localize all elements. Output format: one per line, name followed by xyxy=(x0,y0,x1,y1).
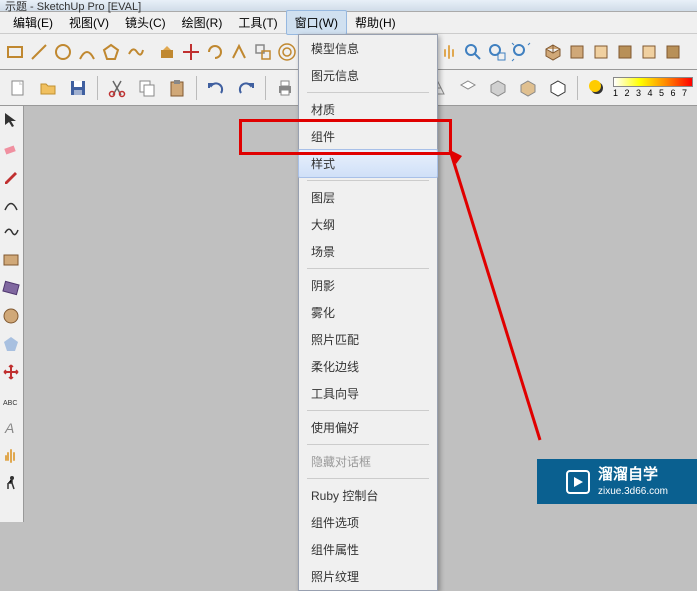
select-tool[interactable] xyxy=(2,111,22,131)
dropdown-styles[interactable]: 样式 xyxy=(298,149,438,178)
line-tool[interactable] xyxy=(28,38,50,66)
eraser-tool[interactable] xyxy=(2,139,22,159)
back-view[interactable] xyxy=(638,38,660,66)
left-toolbar: ABC A xyxy=(0,106,24,522)
dropdown-outliner[interactable]: 大纲 xyxy=(299,211,437,238)
window-dropdown: 模型信息 图元信息 材质 组件 样式 图层 大纲 场景 阴影 雾化 照片匹配 柔… xyxy=(298,34,438,591)
front-view[interactable] xyxy=(590,38,612,66)
circle-tool[interactable] xyxy=(2,307,22,327)
separator xyxy=(307,478,429,479)
dropdown-photo-textures[interactable]: 照片纹理 xyxy=(299,563,437,590)
new-file-icon[interactable] xyxy=(4,74,32,102)
redo-icon[interactable] xyxy=(232,74,260,102)
divider xyxy=(97,76,98,100)
watermark-title: 溜溜自学 xyxy=(598,465,668,485)
rectangle-tool[interactable] xyxy=(2,251,22,271)
menu-draw[interactable]: 绘图(R) xyxy=(174,11,231,34)
dropdown-ruby-console[interactable]: Ruby 控制台 xyxy=(299,482,437,509)
svg-text:ABC: ABC xyxy=(3,400,17,407)
dropdown-components[interactable]: 组件 xyxy=(299,123,437,150)
move-tool[interactable] xyxy=(2,363,22,383)
dropdown-match-photo[interactable]: 照片匹配 xyxy=(299,326,437,353)
menu-tools[interactable]: 工具(T) xyxy=(230,11,285,34)
divider xyxy=(196,76,197,100)
left-view[interactable] xyxy=(662,38,684,66)
play-icon xyxy=(566,470,590,494)
dropdown-shadows[interactable]: 阴影 xyxy=(299,272,437,299)
polygon-tool[interactable] xyxy=(100,38,122,66)
arc-tool[interactable] xyxy=(2,195,22,215)
style-hidden-icon[interactable] xyxy=(454,74,482,102)
watermark: 溜溜自学 zixue.3d66.com xyxy=(537,459,697,504)
copy-icon[interactable] xyxy=(133,74,161,102)
style-mono-icon[interactable] xyxy=(544,74,572,102)
dropdown-component-options[interactable]: 组件选项 xyxy=(299,509,437,536)
dropdown-soften[interactable]: 柔化边线 xyxy=(299,353,437,380)
pan-tool[interactable] xyxy=(2,447,22,467)
iso-view[interactable] xyxy=(542,38,564,66)
menu-help[interactable]: 帮助(H) xyxy=(347,11,404,34)
right-view[interactable] xyxy=(614,38,636,66)
svg-text:A: A xyxy=(4,420,14,436)
paste-icon[interactable] xyxy=(163,74,191,102)
divider xyxy=(577,76,578,100)
ruler-numbers: 1 2 3 4 5 6 7 xyxy=(613,88,693,98)
style-textured-icon[interactable] xyxy=(514,74,542,102)
undo-icon[interactable] xyxy=(202,74,230,102)
shadow-toggle-icon[interactable] xyxy=(583,74,611,102)
dropdown-preferences[interactable]: 使用偏好 xyxy=(299,414,437,441)
print-icon[interactable] xyxy=(271,74,299,102)
dropdown-component-attributes[interactable]: 组件属性 xyxy=(299,536,437,563)
cut-icon[interactable] xyxy=(103,74,131,102)
dropdown-materials[interactable]: 材质 xyxy=(299,96,437,123)
rotate-tool[interactable] xyxy=(204,38,226,66)
dropdown-layers[interactable]: 图层 xyxy=(299,184,437,211)
menu-bar: 编辑(E) 视图(V) 镜头(C) 绘图(R) 工具(T) 窗口(W) 帮助(H… xyxy=(0,12,697,34)
move-tool[interactable] xyxy=(180,38,202,66)
watermark-url: zixue.3d66.com xyxy=(598,485,668,498)
text-tool[interactable]: ABC xyxy=(2,391,22,411)
offset-tool[interactable] xyxy=(276,38,298,66)
pencil-tool[interactable] xyxy=(2,167,22,187)
dropdown-fog[interactable]: 雾化 xyxy=(299,299,437,326)
shadow-time-slider[interactable] xyxy=(613,77,693,87)
freehand-tool[interactable] xyxy=(2,223,22,243)
menu-camera[interactable]: 镜头(C) xyxy=(117,11,174,34)
open-file-icon[interactable] xyxy=(34,74,62,102)
dropdown-instructor[interactable]: 工具向导 xyxy=(299,380,437,407)
scale-tool[interactable] xyxy=(252,38,274,66)
separator xyxy=(307,444,429,445)
followme-tool[interactable] xyxy=(228,38,250,66)
dropdown-model-info[interactable]: 模型信息 xyxy=(299,35,437,62)
dropdown-hide-dialogs: 隐藏对话框 xyxy=(299,448,437,475)
style-shaded-icon[interactable] xyxy=(484,74,512,102)
separator xyxy=(307,410,429,411)
save-icon[interactable] xyxy=(64,74,92,102)
arc-tool[interactable] xyxy=(76,38,98,66)
rectangle-tool[interactable] xyxy=(4,38,26,66)
pan-tool[interactable] xyxy=(438,38,460,66)
walk-tool[interactable] xyxy=(2,475,22,495)
menu-window[interactable]: 窗口(W) xyxy=(286,10,347,35)
menu-view[interactable]: 视图(V) xyxy=(61,11,117,34)
dropdown-scenes[interactable]: 场景 xyxy=(299,238,437,265)
pushpull-tool[interactable] xyxy=(156,38,178,66)
circle-tool[interactable] xyxy=(52,38,74,66)
freehand-tool[interactable] xyxy=(124,38,146,66)
dropdown-entity-info[interactable]: 图元信息 xyxy=(299,62,437,89)
zoom-window-tool[interactable] xyxy=(486,38,508,66)
zoom-extents-tool[interactable] xyxy=(510,38,532,66)
menu-edit[interactable]: 编辑(E) xyxy=(5,11,61,34)
separator xyxy=(307,268,429,269)
polygon-tool[interactable] xyxy=(2,335,22,355)
separator xyxy=(307,180,429,181)
separator xyxy=(307,92,429,93)
zoom-tool[interactable] xyxy=(462,38,484,66)
divider xyxy=(265,76,266,100)
rotated-rect-tool[interactable] xyxy=(2,279,22,299)
top-view[interactable] xyxy=(566,38,588,66)
3dtext-tool[interactable]: A xyxy=(2,419,22,439)
